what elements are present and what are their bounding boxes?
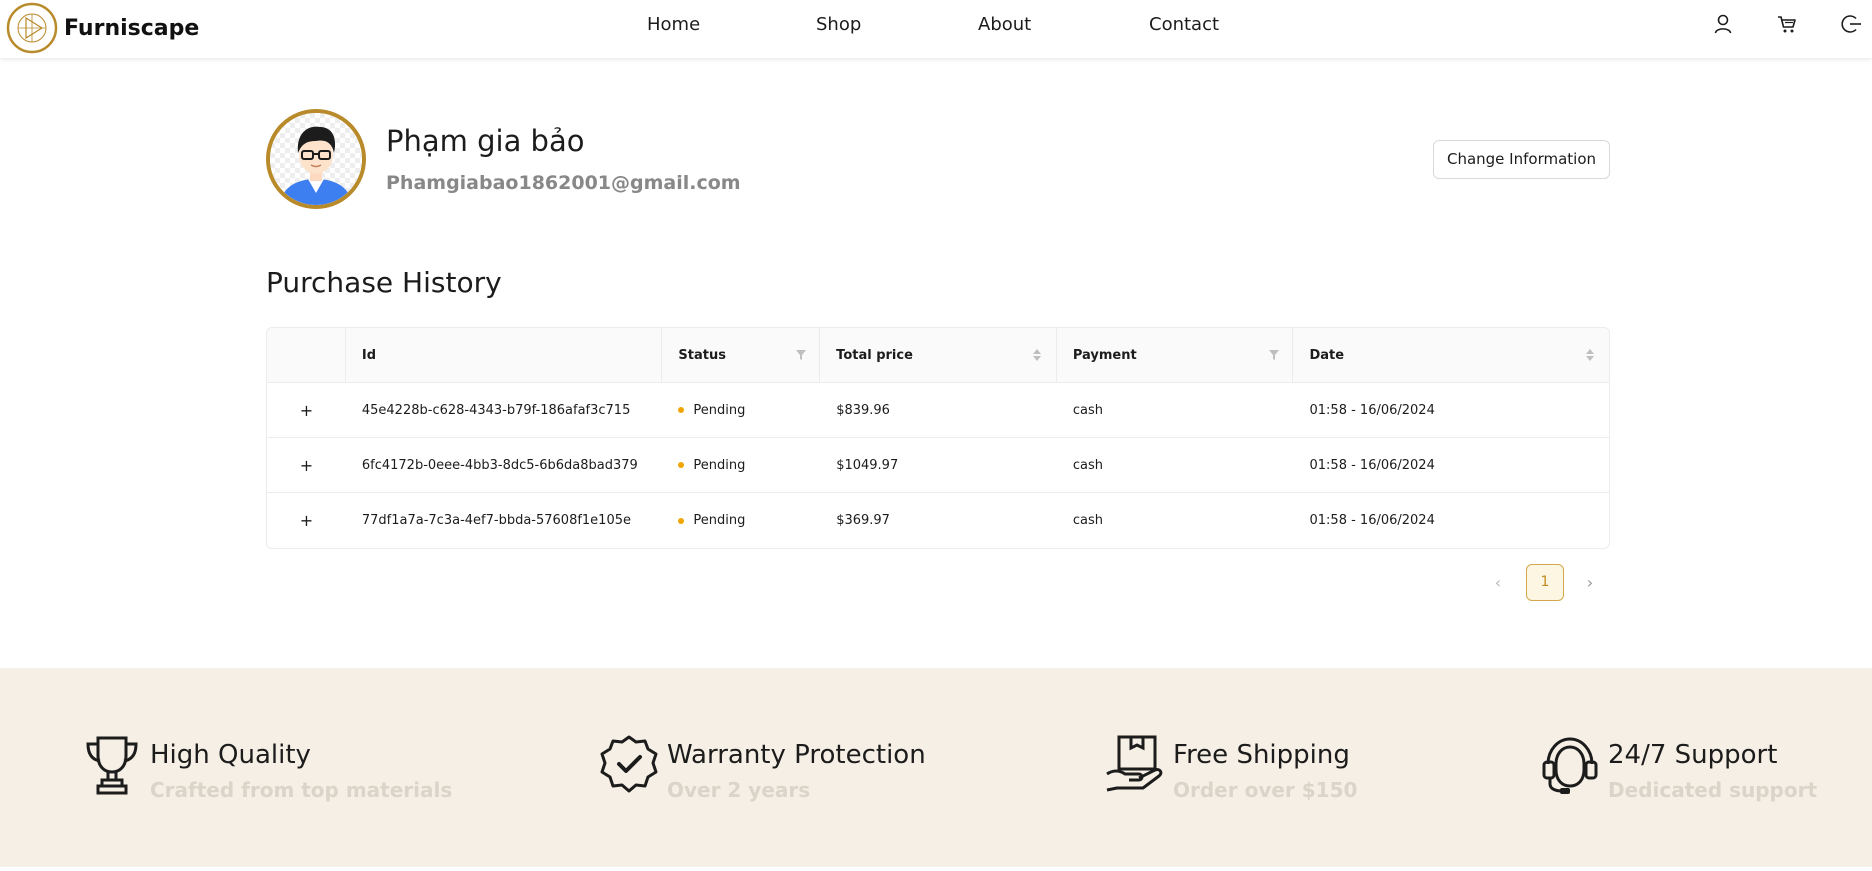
user-icon[interactable] <box>1712 13 1734 35</box>
column-header-label: Total price <box>836 347 913 363</box>
profile-email: Phamgiabao1862001@gmail.com <box>386 172 741 194</box>
order-id: 77df1a7a-7c3a-4ef7-bbda-57608f1e105e <box>361 513 631 528</box>
order-id: 45e4228b-c628-4343-b79f-186afaf3c715 <box>361 402 631 418</box>
brand-logo[interactable]: Furniscape <box>6 2 199 54</box>
order-status: Pending <box>662 438 820 492</box>
order-payment: cash <box>1072 457 1103 473</box>
avatar-illustration <box>270 113 362 205</box>
table-header-row: Id Status Total price Payment Date <box>267 328 1609 383</box>
sort-icon[interactable] <box>1032 348 1042 362</box>
order-status: Pending <box>662 383 820 437</box>
status-label: Pending <box>693 513 746 528</box>
table-row: + 6fc4172b-0eee-4bb3-8dc5-6b6da8bad379 P… <box>267 438 1609 493</box>
trophy-icon <box>86 736 138 795</box>
table-row: + 45e4228b-c628-4343-b79f-186afaf3c715 P… <box>267 383 1609 438</box>
status-label: Pending <box>693 402 746 418</box>
feature-title: Free Shipping <box>1173 740 1350 770</box>
column-header-expand <box>267 328 346 382</box>
order-date: 01:58 - 16/06/2024 <box>1309 513 1435 528</box>
brand-name: Furniscape <box>64 15 200 41</box>
order-date: 01:58 - 16/06/2024 <box>1309 457 1435 473</box>
sort-icon[interactable] <box>1585 348 1595 362</box>
site-header: Furniscape Home Shop About Contact <box>0 0 1872 58</box>
order-id: 6fc4172b-0eee-4bb3-8dc5-6b6da8bad379 <box>361 457 638 473</box>
purchase-history-table: Id Status Total price Payment Date + 45e… <box>266 327 1610 549</box>
filter-icon[interactable] <box>795 349 807 361</box>
order-total: $369.97 <box>836 513 890 528</box>
column-header-status[interactable]: Status <box>662 328 821 382</box>
status-dot <box>678 517 685 524</box>
order-total: $1049.97 <box>836 457 899 473</box>
nav-contact[interactable]: Contact <box>1149 14 1219 35</box>
package-hand-icon <box>1106 735 1163 792</box>
expand-row-button[interactable]: + <box>267 383 346 437</box>
column-header-id: Id <box>346 328 663 382</box>
cart-icon[interactable] <box>1776 13 1798 35</box>
expand-row-button[interactable]: + <box>267 493 346 548</box>
column-header-label: Status <box>678 347 726 363</box>
change-information-button[interactable]: Change Information <box>1433 140 1610 179</box>
pagination-next-button[interactable]: › <box>1582 573 1598 593</box>
order-date: 01:58 - 16/06/2024 <box>1309 402 1435 418</box>
feature-support: 24/7 Support Dedicated support <box>1540 734 1817 802</box>
logo-icon <box>6 2 58 54</box>
order-status: Pending <box>662 493 820 548</box>
feature-title: 24/7 Support <box>1608 740 1778 770</box>
feature-warranty: Warranty Protection Over 2 years <box>599 734 926 802</box>
column-header-label: Payment <box>1072 347 1137 363</box>
nav-shop[interactable]: Shop <box>816 14 861 35</box>
feature-title: High Quality <box>150 740 311 770</box>
order-payment: cash <box>1072 402 1103 418</box>
status-label: Pending <box>693 457 746 473</box>
order-payment: cash <box>1072 513 1103 528</box>
badge-check-icon <box>600 735 658 793</box>
nav-home[interactable]: Home <box>647 14 700 35</box>
feature-subtitle: Crafted from top materials <box>150 778 453 802</box>
nav-about[interactable]: About <box>978 14 1031 35</box>
profile-name: Phạm gia bảo <box>386 124 585 158</box>
table-row: + 77df1a7a-7c3a-4ef7-bbda-57608f1e105e P… <box>267 493 1609 548</box>
purchase-history-title: Purchase History <box>266 266 502 299</box>
headset-icon <box>1542 737 1598 794</box>
column-header-total-price[interactable]: Total price <box>820 328 1057 382</box>
order-total: $839.96 <box>836 402 890 418</box>
feature-subtitle: Over 2 years <box>667 778 811 802</box>
column-header-label: Date <box>1309 347 1345 363</box>
feature-title: Warranty Protection <box>667 740 926 770</box>
pagination-page-1[interactable]: 1 <box>1526 564 1564 601</box>
status-dot <box>678 407 685 413</box>
expand-row-button[interactable]: + <box>267 438 346 492</box>
avatar <box>266 109 366 209</box>
column-header-label: Id <box>361 347 377 363</box>
logout-icon[interactable] <box>1840 13 1862 35</box>
pagination-prev-button[interactable]: ‹ <box>1490 573 1506 593</box>
features-section: High Quality Crafted from top materials … <box>0 668 1872 867</box>
feature-free-shipping: Free Shipping Order over $150 <box>1105 734 1357 802</box>
feature-subtitle: Dedicated support <box>1608 778 1818 802</box>
status-dot <box>678 462 685 468</box>
feature-subtitle: Order over $150 <box>1173 778 1358 802</box>
feature-high-quality: High Quality Crafted from top materials <box>82 734 452 802</box>
column-header-date[interactable]: Date <box>1293 328 1609 382</box>
column-header-payment[interactable]: Payment <box>1057 328 1294 382</box>
filter-icon[interactable] <box>1268 349 1280 361</box>
